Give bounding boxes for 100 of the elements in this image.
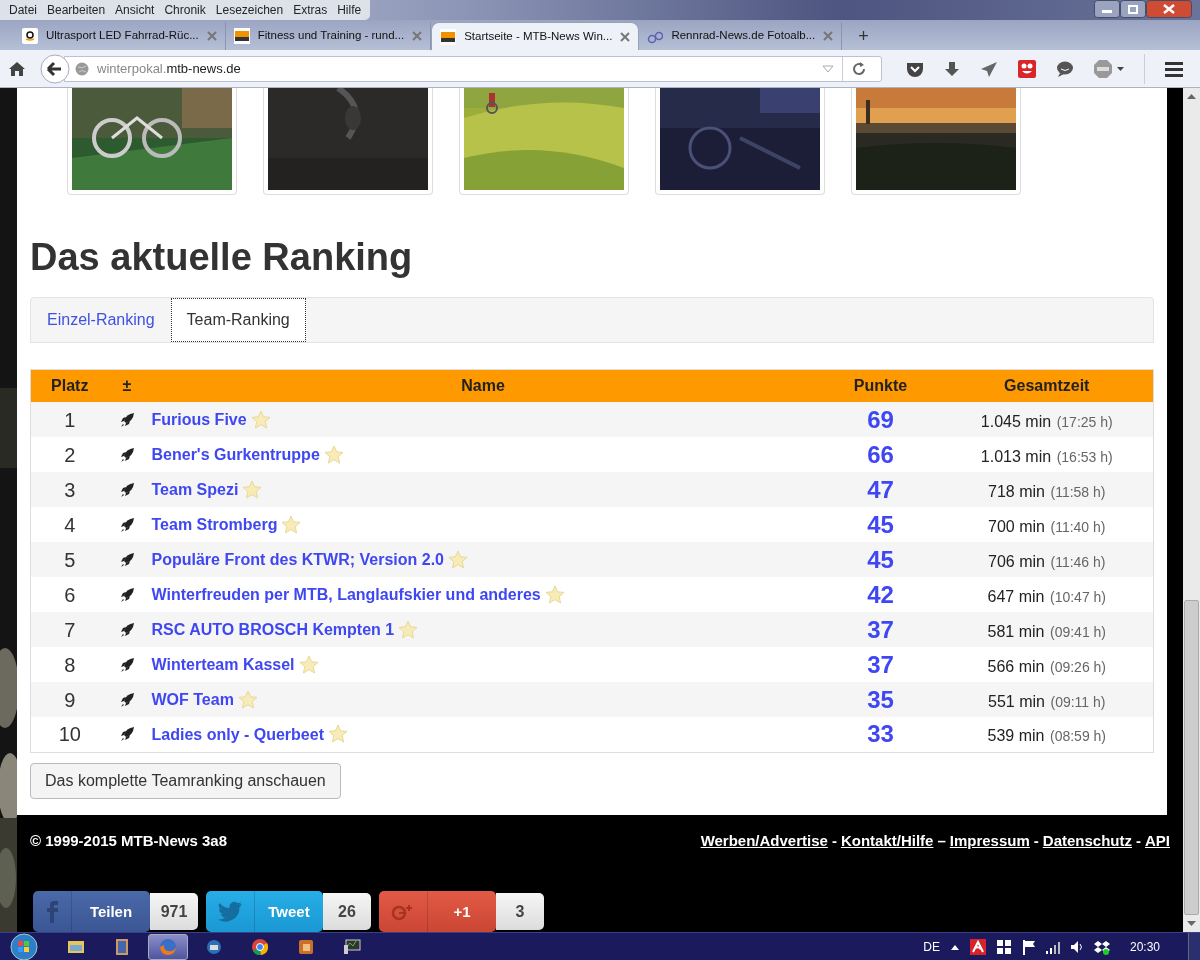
column-header: Gesamtzeit	[940, 369, 1154, 403]
download-icon[interactable]	[944, 60, 960, 77]
clock[interactable]: 20:30	[1129, 937, 1160, 956]
menu-item[interactable]: Bearbeiten	[42, 0, 111, 20]
menu-item[interactable]: Extras	[288, 0, 333, 20]
points-cell: 45	[820, 507, 941, 543]
star-icon	[544, 584, 565, 605]
star-icon	[398, 619, 419, 640]
facebook-icon	[45, 900, 59, 923]
separator-text: -	[831, 830, 837, 851]
rocket-icon	[119, 446, 135, 463]
footer-link[interactable]: Datenschutz	[1042, 829, 1132, 852]
star-icon	[242, 479, 263, 500]
menu-item[interactable]: Lesezeichen	[210, 0, 289, 20]
pocket-icon[interactable]	[906, 60, 924, 77]
dropbox-icon[interactable]	[1093, 938, 1110, 955]
team-link[interactable]: RSC AUTO BROSCH Kempten 1	[151, 620, 395, 639]
star-icon	[323, 444, 344, 465]
points-cell: 66	[820, 437, 941, 473]
send-icon[interactable]	[980, 60, 998, 77]
rocket-icon	[119, 726, 135, 743]
back-icon[interactable]	[40, 53, 70, 84]
team-link[interactable]: Furious Five	[151, 410, 247, 429]
taskbar-app[interactable]	[148, 933, 188, 960]
new-tab-button[interactable]: +	[842, 22, 885, 50]
home-icon[interactable]	[8, 60, 26, 77]
time-cell-text: 581 min (09:41 h)	[987, 621, 1106, 641]
chat-icon[interactable]	[1056, 60, 1074, 77]
table-cell: 5	[30, 542, 109, 578]
time-cell-text: 539 min (08:59 h)	[987, 726, 1106, 746]
table-cell: 4	[30, 507, 109, 543]
star-icon	[298, 654, 319, 675]
share-button[interactable]: Teilen	[33, 891, 150, 932]
menu-item[interactable]: Chronik	[159, 0, 211, 20]
time-cell-text: 647 min (10:47 h)	[987, 586, 1106, 606]
full-ranking-button[interactable]: Das komplette Teamranking anschauen	[30, 762, 341, 799]
table-cell: 10	[30, 717, 109, 753]
ranking-tab[interactable]: Team-Ranking	[170, 297, 306, 342]
menu-icon[interactable]	[1165, 60, 1183, 77]
team-link[interactable]: Ladies only - Querbeet	[151, 725, 324, 744]
separator-text: -	[1033, 830, 1039, 851]
speaker-icon[interactable]	[1069, 939, 1084, 954]
smiley-icon[interactable]	[1018, 59, 1036, 78]
time-cell-text: 700 min (11:40 h)	[988, 516, 1106, 536]
table-cell: 9	[30, 682, 109, 718]
team-link[interactable]: Team Stromberg	[151, 515, 278, 534]
ranking-tab[interactable]: Einzel-Ranking	[31, 297, 171, 342]
star-icon	[448, 549, 468, 570]
menu-item[interactable]: Hilfe	[332, 0, 367, 20]
signal-icon[interactable]	[1045, 939, 1060, 954]
share-count: 26	[323, 893, 371, 930]
time-cell-text: 551 min (09:11 h)	[988, 691, 1106, 711]
section-heading: Das aktuelle Ranking	[30, 235, 414, 280]
restore-icon[interactable]	[1120, 0, 1146, 18]
menu-item[interactable]: Ansicht	[110, 0, 160, 20]
team-link[interactable]: Winterteam Kassel	[151, 655, 295, 674]
copyright-text: © 1999-2015 MTB-News 3a8	[30, 830, 227, 851]
points-cell: 45	[820, 542, 941, 578]
minimize-icon[interactable]	[1094, 0, 1120, 18]
footer-link[interactable]: Impressum	[949, 829, 1030, 852]
column-header: Platz	[30, 369, 109, 403]
flag-icon[interactable]	[1021, 938, 1036, 955]
rocket-icon	[119, 621, 135, 638]
star-icon	[237, 689, 258, 710]
rocket-icon	[119, 411, 135, 428]
share-button[interactable]: +1	[379, 891, 496, 932]
points-cell: 42	[820, 577, 941, 613]
close-icon[interactable]	[1146, 0, 1192, 18]
column-header: Name	[145, 369, 821, 403]
team-link[interactable]: Bener's Gurkentruppe	[151, 445, 320, 464]
team-link[interactable]: Winterfreuden per MTB, Langlaufskier und anderes	[151, 585, 541, 604]
team-link[interactable]: WOF Team	[151, 690, 234, 709]
points-cell: 69	[820, 402, 941, 438]
column-header: ±	[108, 369, 146, 403]
points-cell: 37	[820, 612, 941, 648]
time-cell-text: 1.045 min (17:25 h)	[980, 411, 1113, 431]
scrollbar[interactable]	[1183, 88, 1200, 932]
adblock-icon[interactable]	[1094, 59, 1124, 78]
reload-icon[interactable]	[851, 60, 867, 77]
separator-text: -	[1136, 830, 1141, 851]
table-cell: 8	[30, 647, 109, 683]
close-icon[interactable]	[620, 31, 631, 42]
language-indicator[interactable]: DE	[923, 937, 940, 956]
antivirus-icon[interactable]	[969, 938, 986, 955]
windows-icon[interactable]	[995, 938, 1012, 955]
footer-link[interactable]: API	[1145, 829, 1170, 852]
points-cell: 37	[820, 647, 941, 683]
team-link[interactable]: Team Spezi	[151, 480, 239, 499]
footer-link[interactable]: Kontakt/Hilfe	[840, 829, 934, 852]
footer-link[interactable]: Werben/Advertise	[700, 829, 828, 852]
scrollbar-thumb[interactable]	[1184, 600, 1199, 915]
time-cell-text: 718 min (11:58 h)	[988, 481, 1106, 501]
table-cell: 6	[30, 577, 109, 613]
rocket-icon	[119, 586, 135, 603]
time-cell-text: 566 min (09:26 h)	[987, 656, 1106, 676]
rocket-icon	[119, 551, 135, 568]
browser-tab[interactable]: Startseite - MTB-News Win...	[431, 22, 640, 50]
table-cell: 7	[30, 612, 109, 648]
menu-item[interactable]: Datei	[4, 0, 42, 20]
separator-text: –	[937, 830, 946, 851]
